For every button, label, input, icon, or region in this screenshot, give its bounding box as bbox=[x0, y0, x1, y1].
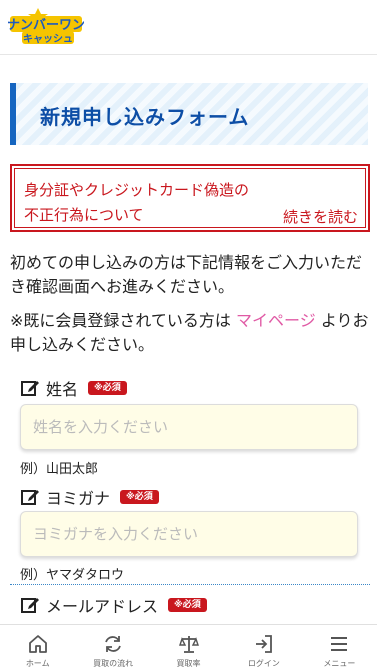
page-title-banner: 新規申し込みフォーム bbox=[10, 83, 368, 145]
page-title: 新規申し込みフォーム bbox=[40, 105, 250, 129]
email-field-label: メールアドレス ※必須 bbox=[20, 593, 207, 617]
menu-icon bbox=[331, 637, 348, 651]
fraud-notice: 身分証やクレジットカード偽造の 不正行為について 続きを読む bbox=[10, 164, 370, 232]
nav-label: 買取率 bbox=[176, 659, 201, 668]
edit-icon bbox=[21, 598, 39, 613]
fraud-notice-line1: 身分証やクレジットカード偽造の bbox=[24, 181, 250, 199]
kana-field-label: ヨミガナ ※必須 bbox=[20, 485, 159, 509]
name-field-label: 姓名 ※必須 bbox=[20, 376, 127, 400]
kana-label-text: ヨミガナ bbox=[46, 489, 111, 508]
name-label-text: 姓名 bbox=[46, 380, 79, 399]
nav-item-menu[interactable]: メニュー bbox=[302, 625, 377, 672]
nav-item-rate[interactable]: 買取率 bbox=[151, 625, 226, 672]
kana-example: 例）ヤマダタロウ bbox=[20, 568, 125, 583]
edit-icon bbox=[21, 381, 39, 396]
intro-text: 初めての申し込みの方は下記情報をご入力いただき確認画面へお進みください。 bbox=[10, 253, 363, 296]
logo-line1: ナンバーワン bbox=[8, 18, 84, 33]
required-badge: ※必須 bbox=[168, 598, 207, 612]
bottom-nav: ホーム 買取の流れ 買取率 ログイン メニュー bbox=[0, 624, 377, 672]
member-note: ※既に会員登録されている方は マイページ よりお申し込みください。 bbox=[10, 309, 370, 357]
read-more-link[interactable]: 続きを読む bbox=[283, 206, 358, 227]
refresh-icon bbox=[105, 636, 121, 652]
required-badge: ※必須 bbox=[88, 381, 127, 395]
mypage-link[interactable]: マイページ bbox=[236, 311, 316, 330]
name-example: 例）山田太郎 bbox=[20, 462, 99, 477]
nav-label: 買取の流れ bbox=[93, 659, 134, 668]
required-badge: ※必須 bbox=[120, 490, 159, 504]
nav-item-home[interactable]: ホーム bbox=[0, 625, 75, 672]
brand-logo[interactable]: ナンバーワン キャッシュ bbox=[8, 6, 84, 46]
header: ナンバーワン キャッシュ bbox=[0, 0, 377, 55]
nav-label: ホーム bbox=[25, 659, 50, 668]
login-icon bbox=[255, 635, 272, 653]
email-label-text: メールアドレス bbox=[46, 597, 159, 616]
section-divider bbox=[10, 584, 370, 585]
nav-item-flow[interactable]: 買取の流れ bbox=[75, 625, 150, 672]
scale-icon bbox=[178, 636, 199, 653]
nav-label: ログイン bbox=[247, 659, 280, 668]
nav-label: メニュー bbox=[323, 659, 356, 668]
home-icon bbox=[28, 635, 47, 653]
fraud-notice-line2: 不正行為について bbox=[24, 206, 144, 224]
name-input[interactable] bbox=[20, 404, 358, 450]
member-note-prefix: ※既に会員登録されている方は bbox=[10, 311, 231, 330]
kana-input[interactable] bbox=[20, 511, 358, 557]
nav-item-login[interactable]: ログイン bbox=[226, 625, 301, 672]
logo-line2: キャッシュ bbox=[23, 33, 73, 45]
edit-icon bbox=[21, 490, 39, 505]
